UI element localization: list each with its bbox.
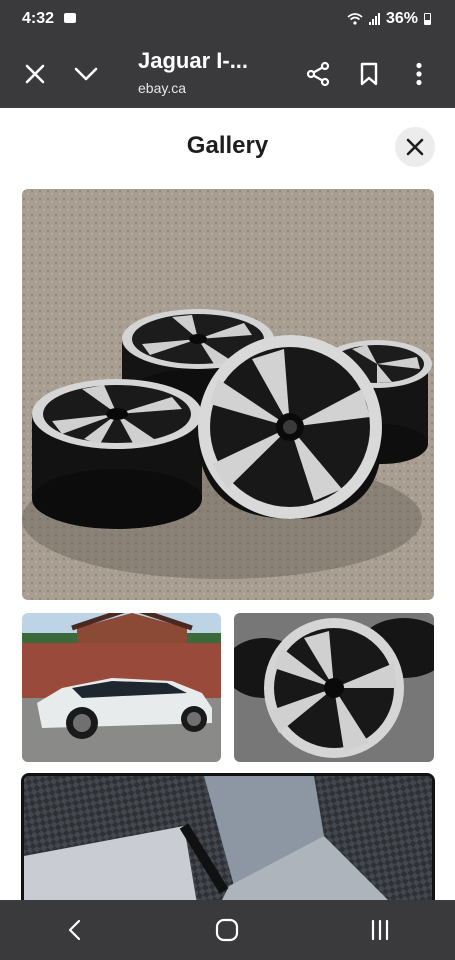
wifi-icon — [347, 13, 363, 25]
share-icon[interactable] — [302, 58, 334, 90]
recents-icon[interactable] — [369, 919, 391, 941]
battery-percent: 36% — [385, 10, 418, 27]
message-notification-icon — [64, 13, 76, 23]
gallery-title: Gallery — [186, 132, 269, 159]
status-time: 4:32 — [22, 10, 55, 27]
navigation-bar — [0, 900, 455, 960]
battery-icon — [424, 13, 431, 25]
gallery-image-main[interactable] — [22, 189, 434, 600]
close-icon — [406, 138, 424, 156]
status-bar: 4:32 36% — [0, 0, 455, 40]
gallery-image-car[interactable] — [22, 613, 221, 762]
gallery-image-wheels[interactable] — [234, 613, 434, 762]
bookmark-icon[interactable] — [353, 58, 385, 90]
browser-top-bar: Jaguar I-... ebay.ca — [0, 40, 455, 108]
gallery-close-button[interactable] — [395, 127, 435, 167]
chevron-down-icon[interactable] — [70, 58, 102, 90]
gallery-page: Gallery — [0, 108, 455, 900]
gallery-image-carbon[interactable] — [21, 773, 435, 900]
page-title[interactable]: Jaguar I-... — [138, 48, 248, 74]
close-icon[interactable] — [19, 58, 51, 90]
home-icon[interactable] — [214, 917, 240, 943]
more-vert-icon[interactable] — [403, 58, 435, 90]
signal-icon — [368, 13, 380, 25]
page-domain[interactable]: ebay.ca — [138, 80, 186, 96]
status-right: 36% — [347, 10, 431, 28]
back-icon[interactable] — [65, 918, 85, 942]
